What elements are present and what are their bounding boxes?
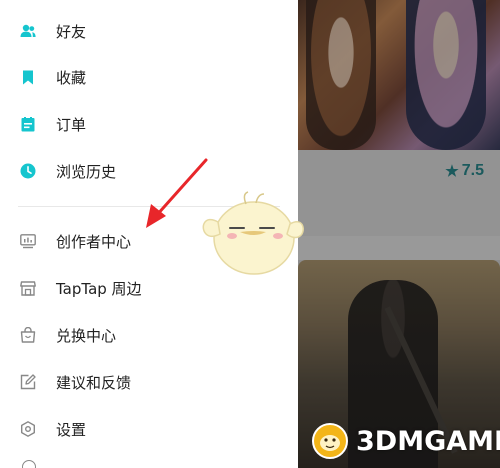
menu-item-redeem-center[interactable]: 兑换中心: [0, 312, 298, 358]
friends-icon: [20, 23, 36, 39]
menu-item-settings[interactable]: 设置: [0, 406, 298, 452]
menu-label: 建议和反馈: [56, 373, 132, 392]
watermark-text: 3DMGAME: [356, 425, 500, 457]
menu-label: 浏览历史: [56, 162, 117, 181]
settings-icon: [20, 421, 36, 437]
menu-label: 兑换中心: [56, 326, 117, 345]
menu-label: 订单: [56, 115, 87, 134]
menu-label: 创作者中心: [56, 232, 132, 251]
watermark-logo-icon: [312, 423, 348, 459]
edit-icon: [20, 374, 36, 390]
shop-icon: [20, 280, 36, 296]
drawer-scrim[interactable]: [298, 0, 500, 468]
menu-label: 收藏: [56, 68, 87, 87]
menu-item-favorites[interactable]: 收藏: [0, 54, 298, 100]
clock-icon: [20, 163, 36, 179]
menu-label: TapTap 周边: [56, 279, 142, 298]
mascot-sticker: [202, 191, 304, 275]
menu-item-orders[interactable]: 订单: [0, 101, 298, 147]
menu-label: 好友: [56, 22, 87, 41]
menu-item-feedback[interactable]: 建议和反馈: [0, 359, 298, 405]
watermark: 3DMGAME: [308, 418, 500, 464]
monitor-icon: [20, 233, 36, 249]
menu-label: 设置: [56, 420, 87, 439]
menu-item-friends[interactable]: 好友: [0, 8, 298, 54]
partial-menu-icon: [22, 460, 36, 468]
bag-icon: [20, 327, 36, 343]
bookmark-icon: [20, 69, 36, 85]
order-icon: [20, 116, 36, 132]
